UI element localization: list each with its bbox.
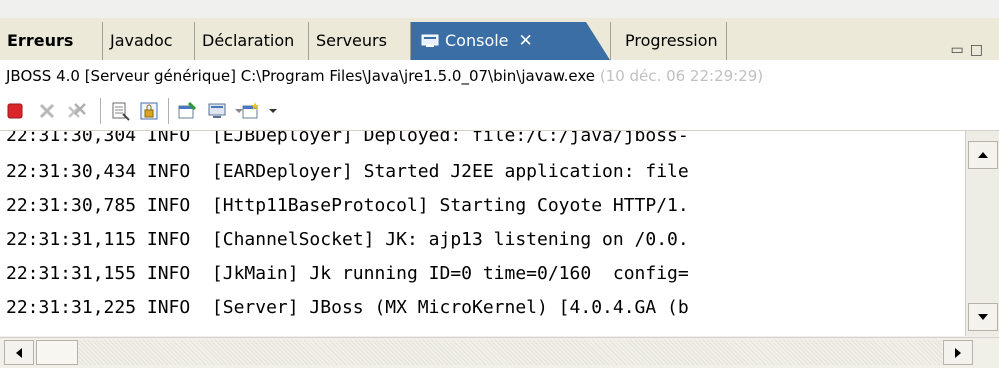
launch-title: JBOSS 4.0 [Serveur générique] C:\Program… (6, 67, 596, 85)
terminate-icon[interactable] (4, 100, 26, 122)
console-line: 22:31:30,785 INFO [Http11BaseProtocol] S… (6, 195, 689, 216)
remove-launch-icon[interactable] (36, 100, 58, 122)
tab-label: Déclaration (202, 31, 295, 50)
tab-label: Serveurs (316, 31, 387, 50)
tab-serveurs[interactable]: Serveurs (309, 22, 411, 60)
tab-progression[interactable]: Progression (610, 22, 727, 60)
scroll-up-button[interactable] (968, 141, 998, 169)
toolbar-separator (168, 98, 169, 124)
clear-console-icon[interactable] (110, 100, 132, 122)
horizontal-scrollbar[interactable] (0, 337, 999, 368)
tab-label: Console (445, 31, 509, 50)
toolbar-separator (100, 98, 101, 124)
view-tab-strip: Erreurs Javadoc Déclaration Serveurs Con… (0, 18, 999, 61)
console-line: 22:31:30,434 INFO [EARDeployer] Started … (6, 161, 689, 182)
console-output[interactable]: 22:31:30,304 INFO [EJBDeployer] Deployed… (0, 131, 965, 336)
console-line: 22:31:31,115 INFO [ChannelSocket] JK: aj… (6, 229, 689, 250)
console-view: Erreurs Javadoc Déclaration Serveurs Con… (0, 0, 999, 368)
close-icon[interactable]: ✕ (519, 31, 533, 51)
scroll-thumb[interactable] (36, 340, 78, 365)
scroll-right-button[interactable] (943, 340, 973, 365)
tab-javadoc[interactable]: Javadoc (103, 22, 195, 60)
view-window-controls: ▭□ (951, 42, 989, 58)
minimize-icon[interactable]: ▭ (951, 42, 970, 58)
tab-declaration[interactable]: Déclaration (195, 22, 309, 60)
console-line: 22:31:31,225 INFO [Server] JBoss (MX Mic… (6, 297, 689, 318)
console-line: 22:31:30,304 INFO [EJBDeployer] Deployed… (6, 131, 689, 146)
scroll-down-button[interactable] (968, 303, 998, 331)
vertical-scrollbar[interactable] (965, 131, 999, 336)
pin-console-icon[interactable] (176, 100, 198, 122)
open-console-icon[interactable] (240, 100, 262, 122)
tab-console[interactable]: Console ✕ (411, 22, 610, 60)
tab-erreurs[interactable]: Erreurs (0, 22, 103, 60)
scroll-lock-icon[interactable] (138, 100, 160, 122)
scroll-left-button[interactable] (4, 340, 34, 365)
console-icon (421, 24, 439, 47)
tab-label: Javadoc (110, 31, 173, 50)
arrow-down-icon (978, 314, 988, 320)
tab-label: Progression (625, 31, 718, 50)
arrow-left-icon (16, 347, 22, 358)
arrow-up-icon (978, 152, 988, 158)
remove-all-icon[interactable] (66, 100, 88, 122)
display-console-icon[interactable] (206, 100, 228, 122)
maximize-icon[interactable]: □ (970, 42, 989, 58)
console-line: 22:31:31,155 INFO [JkMain] Jk running ID… (6, 263, 689, 284)
console-title: JBOSS 4.0 [Serveur générique] C:\Program… (0, 60, 999, 92)
chevron-down-icon[interactable] (262, 100, 284, 122)
arrow-right-icon (955, 347, 961, 358)
launch-timestamp: (10 déc. 06 22:29:29) (599, 67, 764, 85)
tab-label: Erreurs (7, 31, 74, 50)
console-toolbar (0, 92, 999, 131)
scroll-track[interactable] (78, 340, 942, 365)
